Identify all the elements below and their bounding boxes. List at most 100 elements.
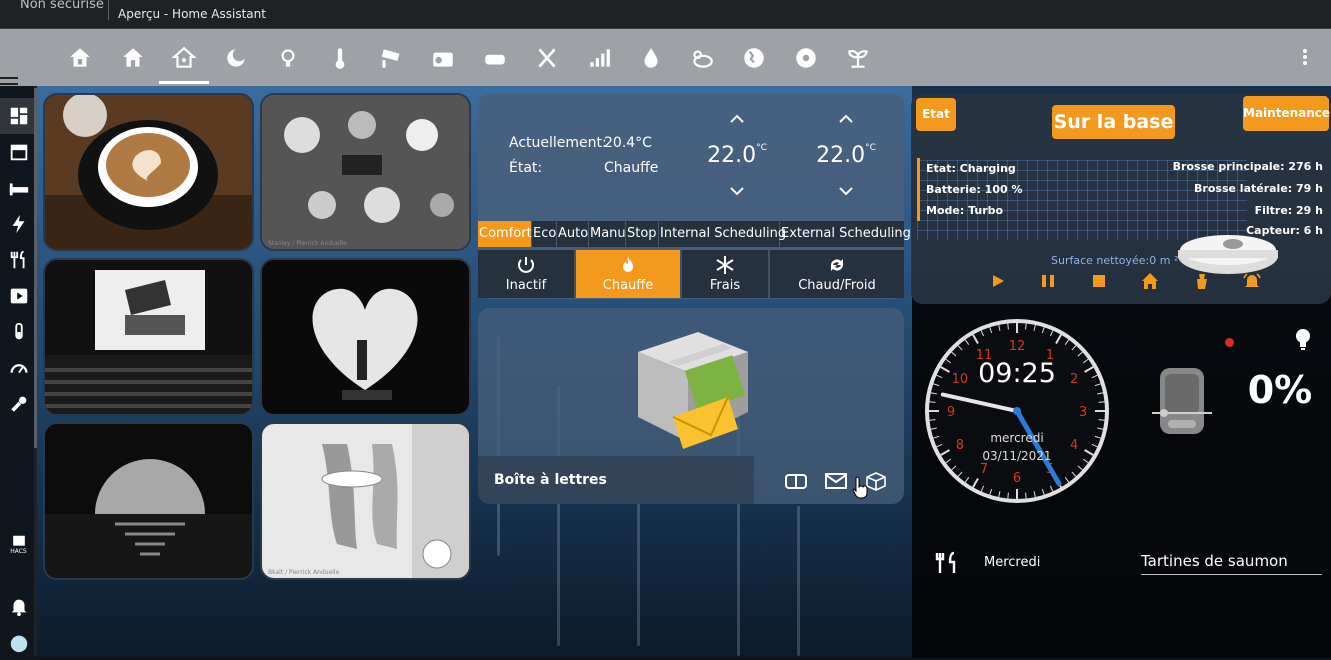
tab-home-outline[interactable]	[67, 45, 93, 71]
clock-digital-time: 09:25	[978, 358, 1056, 389]
mailbox-card: Boîte à lettres	[478, 308, 904, 504]
robot-state: Etat: Charging	[926, 162, 1016, 175]
preset-manu[interactable]: Manu	[589, 221, 626, 247]
tab-temperature[interactable]	[327, 45, 353, 71]
setpoint-low: 22.0°C	[697, 94, 777, 212]
play-icon[interactable]	[989, 272, 1007, 290]
play-box-icon	[10, 288, 27, 304]
sidebar-item-food[interactable]	[0, 242, 37, 278]
preset-stop[interactable]: Stop	[626, 221, 659, 247]
tab-weather[interactable]	[689, 45, 715, 71]
sunset-photo[interactable]	[43, 422, 254, 580]
chevron-down-icon[interactable]	[836, 184, 856, 198]
chevron-up-icon[interactable]	[836, 112, 856, 126]
page-title: Aperçu - Home Assistant	[118, 7, 266, 21]
tab-dining[interactable]	[534, 45, 560, 71]
tab-water[interactable]	[638, 45, 664, 71]
sidebar-item-hacs[interactable]: HACS	[0, 526, 37, 562]
lightbulb-icon[interactable]	[1292, 327, 1314, 351]
tab-home-automation[interactable]	[171, 45, 197, 71]
hacs-label: HACS	[10, 547, 27, 555]
filter-hours: Filtre: 29 h	[1254, 204, 1323, 217]
tab-home[interactable]	[120, 45, 146, 71]
clock-number: 7	[980, 462, 988, 477]
coffee-photo[interactable]	[43, 93, 254, 251]
sidebar-item-energy[interactable]	[0, 206, 37, 242]
preset-eco[interactable]: Eco	[532, 221, 557, 247]
tab-sofa[interactable]	[482, 45, 508, 71]
clock-date: 03/11/2021	[982, 449, 1052, 463]
clock-tick	[1007, 323, 1009, 330]
tab-robot[interactable]	[793, 45, 819, 71]
store-icon	[10, 144, 27, 161]
current-temp-label: Actuellement:	[509, 135, 607, 151]
preset-internal-scheduling[interactable]: Internal Scheduling	[659, 221, 786, 247]
sprout-icon	[848, 50, 868, 68]
sidebar-item-settings[interactable]	[0, 386, 37, 422]
overflow-menu-icon[interactable]	[1298, 47, 1312, 69]
feet-photo[interactable]: Bkalt / Pierrick Anduelle	[260, 422, 471, 580]
mailbox-label: Boîte à lettres	[494, 472, 607, 488]
robot-mode: Mode: Turbo	[926, 204, 1004, 217]
heart-photo[interactable]	[260, 258, 471, 416]
wrench-icon	[10, 396, 26, 412]
broom-icon[interactable]	[1193, 272, 1211, 290]
mode-inactif[interactable]: Inactif	[478, 250, 576, 298]
setpoint-unit: °C	[865, 143, 876, 153]
table-photo[interactable]: Stanley / Pierrick Anduelle	[260, 93, 471, 251]
bell-ring-icon[interactable]	[1243, 272, 1261, 290]
preset-auto[interactable]: Auto	[557, 221, 589, 247]
meal-dish-field[interactable]: Tartines de saumon	[1141, 552, 1322, 575]
sidebar-item-store[interactable]	[0, 134, 37, 170]
tab-earth[interactable]	[741, 45, 767, 71]
hvac-modes: Inactif Chauffe Frais Chaud/Froid	[478, 250, 904, 298]
lightning-icon	[12, 214, 24, 234]
mailbox-icon[interactable]	[784, 471, 808, 491]
ha-header	[0, 29, 1331, 91]
cover-icon[interactable]	[1152, 366, 1212, 438]
tab-radio[interactable]	[430, 45, 456, 71]
lightbulb-icon	[281, 49, 295, 67]
state-button[interactable]: Etat	[916, 98, 956, 131]
clock-tick	[929, 401, 936, 403]
home-outline-icon	[70, 48, 90, 67]
email-icon[interactable]	[824, 471, 848, 491]
tab-garden[interactable]	[845, 45, 871, 71]
main-brush-hours: Brosse principale: 276 h	[1172, 160, 1323, 173]
sidebar-item-profile[interactable]	[0, 624, 37, 660]
sidebar-item-lab[interactable]	[0, 314, 37, 350]
stop-icon[interactable]	[1090, 272, 1108, 290]
pause-icon[interactable]	[1039, 272, 1057, 290]
clock-number: 6	[1013, 471, 1021, 486]
chevron-up-icon[interactable]	[727, 112, 747, 126]
avatar	[10, 635, 27, 653]
preset-external-scheduling[interactable]: External Scheduling	[780, 221, 911, 247]
tab-night[interactable]	[223, 45, 249, 71]
silverware-icon	[538, 48, 556, 68]
tab-signal[interactable]	[586, 45, 612, 71]
snowflake-icon	[716, 256, 734, 274]
preset-bar: Comfort Eco Auto Manu Stop Internal Sche…	[478, 221, 911, 247]
sidebar-item-notifications[interactable]	[0, 588, 37, 624]
mode-chaud-froid[interactable]: Chaud/Froid	[770, 250, 904, 298]
maintenance-button[interactable]: Maintenance	[1243, 96, 1330, 131]
status-dot	[1225, 338, 1234, 347]
cinema-photo[interactable]	[43, 258, 254, 416]
clock-tick	[1098, 401, 1105, 403]
tab-camera[interactable]	[378, 45, 404, 71]
sidebar-item-media[interactable]	[0, 278, 37, 314]
chevron-down-icon[interactable]	[727, 184, 747, 198]
hacs-icon	[12, 535, 25, 546]
mode-chauffe[interactable]: Chauffe	[576, 250, 682, 298]
sidebar-item-overview[interactable]	[0, 98, 37, 134]
sidebar-item-bed[interactable]	[0, 170, 37, 206]
preset-comfort[interactable]: Comfort	[478, 221, 532, 247]
home-icon[interactable]	[1141, 272, 1159, 290]
mode-frais[interactable]: Frais	[682, 250, 770, 298]
sidebar-item-gauge[interactable]	[0, 350, 37, 386]
security-indicator[interactable]: Non sécurisé	[20, 0, 104, 12]
sync-icon	[831, 259, 843, 271]
photo-caption: Stanley / Pierrick Anduelle	[268, 240, 347, 247]
clock-day: mercredi	[990, 431, 1044, 445]
tab-lights[interactable]	[275, 45, 301, 71]
